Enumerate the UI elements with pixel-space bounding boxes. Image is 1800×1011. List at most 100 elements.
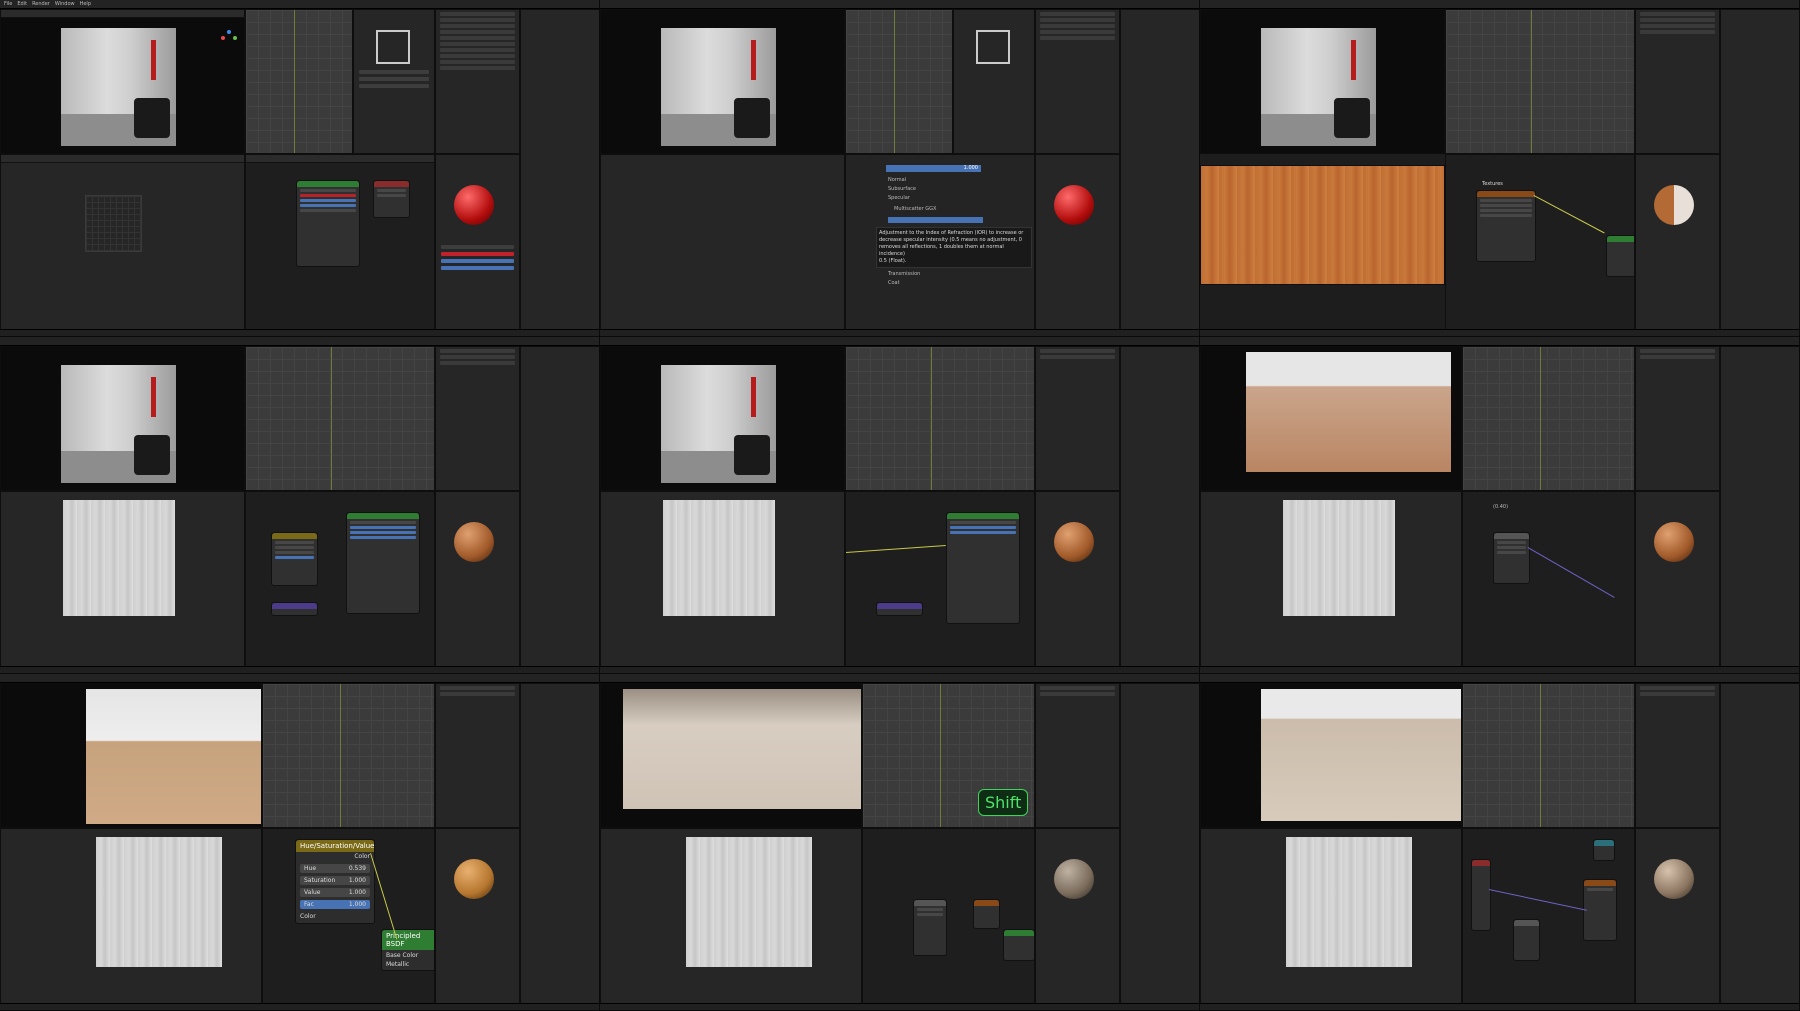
node-field[interactable]: [275, 551, 314, 554]
material-output-node[interactable]: [373, 180, 410, 218]
prop-row[interactable]: [441, 266, 514, 270]
image-editor[interactable]: [0, 154, 245, 330]
outliner[interactable]: [1635, 346, 1720, 491]
grid-viewport[interactable]: [1462, 683, 1635, 828]
node-field[interactable]: [350, 521, 416, 524]
outliner-row[interactable]: [1040, 355, 1115, 359]
outliner[interactable]: [1635, 9, 1720, 154]
principled-node[interactable]: [946, 512, 1020, 624]
node-field[interactable]: [1480, 209, 1532, 212]
outliner-row[interactable]: [1640, 349, 1715, 353]
hsv-input-socket[interactable]: Color: [296, 912, 374, 923]
image-texture-node[interactable]: [973, 899, 1000, 929]
node-panel[interactable]: 1.000 Normal Subsurface Specular Multisc…: [845, 154, 1035, 330]
principled-node[interactable]: [1606, 235, 1634, 277]
3d-viewport[interactable]: [0, 9, 245, 154]
grid-viewport[interactable]: [245, 9, 353, 154]
outliner-row[interactable]: [1640, 686, 1715, 690]
outliner-row[interactable]: [440, 12, 515, 16]
grid-viewport[interactable]: [262, 683, 435, 828]
node-editor[interactable]: (0.40): [1462, 491, 1635, 667]
outliner-row[interactable]: [1640, 18, 1715, 22]
menu-help[interactable]: Help: [80, 1, 91, 7]
grid-viewport[interactable]: Shift: [862, 683, 1035, 828]
outliner-row[interactable]: [440, 361, 515, 365]
3d-viewport[interactable]: [0, 346, 245, 491]
node-field[interactable]: [917, 913, 943, 916]
outliner-row[interactable]: [440, 692, 515, 696]
properties-sidebar[interactable]: [1120, 9, 1199, 330]
properties-sidebar[interactable]: [1120, 683, 1199, 1004]
properties-panel[interactable]: [435, 828, 520, 1004]
grid-viewport[interactable]: [245, 346, 435, 491]
outliner-row[interactable]: [440, 36, 515, 40]
properties-panel[interactable]: [435, 491, 520, 667]
principled-node[interactable]: [296, 180, 360, 267]
outliner[interactable]: [435, 9, 520, 154]
properties-sidebar[interactable]: [1720, 346, 1799, 667]
reroute-node[interactable]: [1593, 839, 1615, 861]
mapping-node[interactable]: [1493, 532, 1530, 584]
properties-sidebar[interactable]: [520, 683, 599, 1004]
outliner-row[interactable]: [1640, 24, 1715, 28]
menu-file[interactable]: File: [4, 1, 12, 7]
outliner-row[interactable]: [1040, 18, 1115, 22]
node-editor[interactable]: [862, 828, 1035, 1004]
grid-viewport[interactable]: [845, 9, 953, 154]
properties-sidebar[interactable]: [1120, 346, 1199, 667]
outliner[interactable]: [435, 346, 520, 491]
outliner-row[interactable]: [440, 686, 515, 690]
outliner[interactable]: [1035, 346, 1120, 491]
hsv-fac-field[interactable]: Fac 1.000: [300, 900, 370, 909]
node-field[interactable]: [300, 194, 356, 197]
outliner-row[interactable]: [1040, 12, 1115, 16]
outliner[interactable]: [435, 683, 520, 828]
properties-panel[interactable]: [1635, 154, 1720, 330]
properties-sidebar[interactable]: [1720, 9, 1799, 330]
3d-viewport[interactable]: [1200, 9, 1445, 154]
hsv-saturation-field[interactable]: Saturation 1.000: [300, 876, 370, 885]
node-editor[interactable]: Hue/Saturation/Value Color Hue 0.539 Satu…: [262, 828, 435, 1004]
properties-panel[interactable]: [1035, 154, 1120, 330]
3d-viewport[interactable]: [600, 9, 845, 154]
hsv-output-socket[interactable]: Color: [296, 852, 374, 861]
node-field[interactable]: [275, 541, 314, 544]
outliner-row[interactable]: [1040, 36, 1115, 40]
node-field[interactable]: [300, 209, 356, 212]
node-field[interactable]: [917, 908, 943, 911]
hsv-hue-field[interactable]: Hue 0.539: [300, 864, 370, 873]
image-texture-node[interactable]: [1476, 190, 1536, 262]
node-field[interactable]: [275, 556, 314, 559]
node-field[interactable]: [1587, 888, 1613, 891]
image-panel[interactable]: [953, 9, 1035, 154]
panel-row[interactable]: [359, 84, 429, 88]
node-field[interactable]: [1480, 214, 1532, 217]
panel-row[interactable]: [359, 70, 429, 74]
node-field[interactable]: [1497, 551, 1526, 554]
node-field[interactable]: [300, 204, 356, 207]
3d-viewport[interactable]: [0, 683, 262, 828]
properties-sidebar[interactable]: [1720, 683, 1799, 1004]
outliner[interactable]: [1635, 683, 1720, 828]
image-editor[interactable]: [600, 154, 845, 330]
outliner-row[interactable]: [440, 48, 515, 52]
image-texture-node[interactable]: [1583, 879, 1617, 941]
outliner-row[interactable]: [1040, 692, 1115, 696]
node-field[interactable]: [377, 189, 406, 192]
panel-item[interactable]: Coat: [888, 280, 900, 286]
base-color-socket[interactable]: Base Color: [382, 950, 434, 961]
outliner[interactable]: [1035, 9, 1120, 154]
principled-node[interactable]: [1003, 929, 1034, 961]
hsv-value-field[interactable]: Value 1.000: [300, 888, 370, 897]
outliner-row[interactable]: [1040, 30, 1115, 34]
panel-item[interactable]: Subsurface: [888, 186, 916, 192]
image-editor[interactable]: [600, 491, 845, 667]
node-editor[interactable]: [845, 491, 1035, 667]
outliner-row[interactable]: [440, 355, 515, 359]
principled-node[interactable]: Principled BSDF Base Color Metallic: [381, 929, 434, 971]
hsv-node[interactable]: [271, 532, 318, 586]
outliner-row[interactable]: [440, 54, 515, 58]
node-field[interactable]: [350, 526, 416, 529]
properties-panel[interactable]: [1635, 828, 1720, 1004]
outliner-row[interactable]: [440, 30, 515, 34]
